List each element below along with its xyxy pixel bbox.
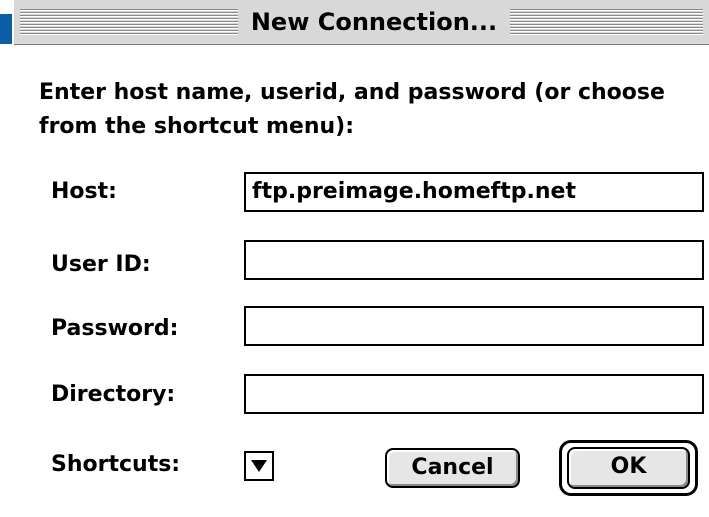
shortcuts-label: Shortcuts:	[51, 452, 181, 477]
password-label: Password:	[51, 316, 179, 341]
window-title: New Connection...	[240, 6, 508, 38]
triangle-down-icon	[251, 460, 267, 472]
password-field[interactable]	[244, 306, 704, 346]
user-id-label: User ID:	[51, 252, 151, 277]
new-connection-dialog: New Connection... Enter host name, useri…	[14, 0, 709, 517]
title-bar[interactable]: New Connection...	[14, 0, 709, 45]
directory-label: Directory:	[51, 382, 176, 407]
host-label: Host:	[51, 179, 117, 204]
cancel-button[interactable]: Cancel	[385, 448, 520, 488]
title-bar-stripes-right	[510, 9, 703, 35]
host-field[interactable]: ftp.preimage.homeftp.net	[244, 172, 704, 212]
title-bar-stripes-left	[20, 9, 238, 35]
directory-field[interactable]	[244, 374, 704, 414]
background-window-edge	[0, 14, 12, 44]
instruction-text: Enter host name, userid, and password (o…	[39, 80, 665, 139]
ok-button[interactable]: OK	[567, 447, 690, 489]
user-id-field[interactable]	[244, 240, 704, 280]
shortcuts-popup-menu[interactable]	[244, 451, 274, 481]
